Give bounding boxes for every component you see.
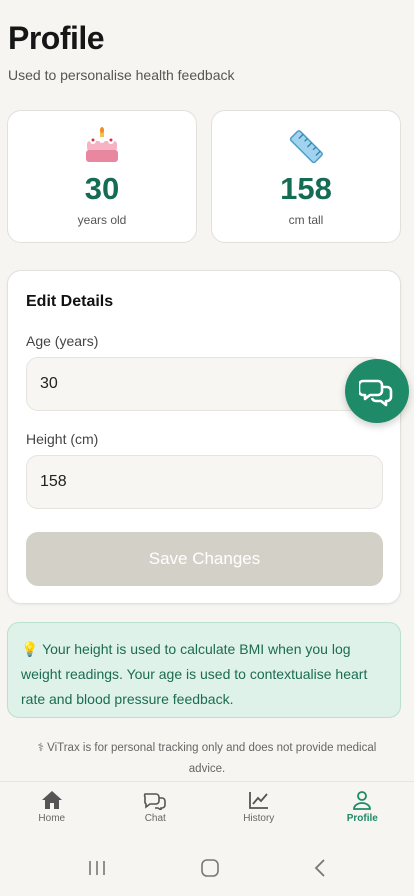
home-icon (41, 791, 62, 809)
bottom-nav: Home Chat History Profile (0, 781, 414, 837)
age-input[interactable] (26, 357, 383, 411)
ruler-icon (212, 127, 400, 167)
age-value: 30 (84, 171, 120, 206)
height-value: 158 (280, 171, 332, 206)
age-label: years old (77, 213, 127, 227)
height-stat-card: 158 cm tall (211, 110, 401, 243)
system-navigation-bar (0, 840, 414, 896)
nav-label-home: Home (38, 813, 66, 824)
height-field-label: Height (cm) (26, 431, 99, 447)
edit-details-card: Edit Details Age (years) Height (cm) Sav… (7, 270, 401, 604)
person-icon (353, 791, 372, 810)
nav-item-home[interactable]: Home (0, 782, 104, 837)
page-subtitle: Used to personalise health feedback (8, 67, 235, 83)
chart-icon (248, 792, 268, 809)
nav-item-history[interactable]: History (207, 782, 311, 837)
home-system-icon[interactable] (200, 858, 220, 878)
age-field-label: Age (years) (26, 333, 99, 349)
birthday-cake-icon (8, 127, 196, 167)
page-title: Profile (8, 20, 105, 56)
header: Profile Used to personalise health feedb… (8, 20, 234, 83)
save-changes-button[interactable]: Save Changes (26, 532, 383, 586)
info-box: 💡 Your height is used to calculate BMI w… (7, 622, 401, 718)
age-stat-card: 30 years old (7, 110, 197, 243)
edit-details-title: Edit Details (26, 293, 114, 310)
info-text: 💡 Your height is used to calculate BMI w… (21, 641, 368, 707)
nav-label-history: History (243, 813, 275, 824)
nav-item-chat[interactable]: Chat (104, 782, 208, 837)
chat-fab-button[interactable] (345, 359, 409, 423)
back-icon[interactable] (313, 858, 327, 878)
chat-bubbles-icon (359, 379, 393, 407)
height-label: cm tall (288, 213, 324, 227)
nav-label-chat: Chat (144, 813, 166, 824)
recent-apps-icon[interactable] (87, 859, 107, 877)
disclaimer: ⚕ ViTrax is for personal tracking only a… (37, 742, 377, 775)
nav-label-profile: Profile (346, 813, 378, 824)
chat-icon (144, 793, 167, 810)
height-input[interactable] (26, 455, 383, 509)
nav-item-profile[interactable]: Profile (311, 782, 414, 837)
